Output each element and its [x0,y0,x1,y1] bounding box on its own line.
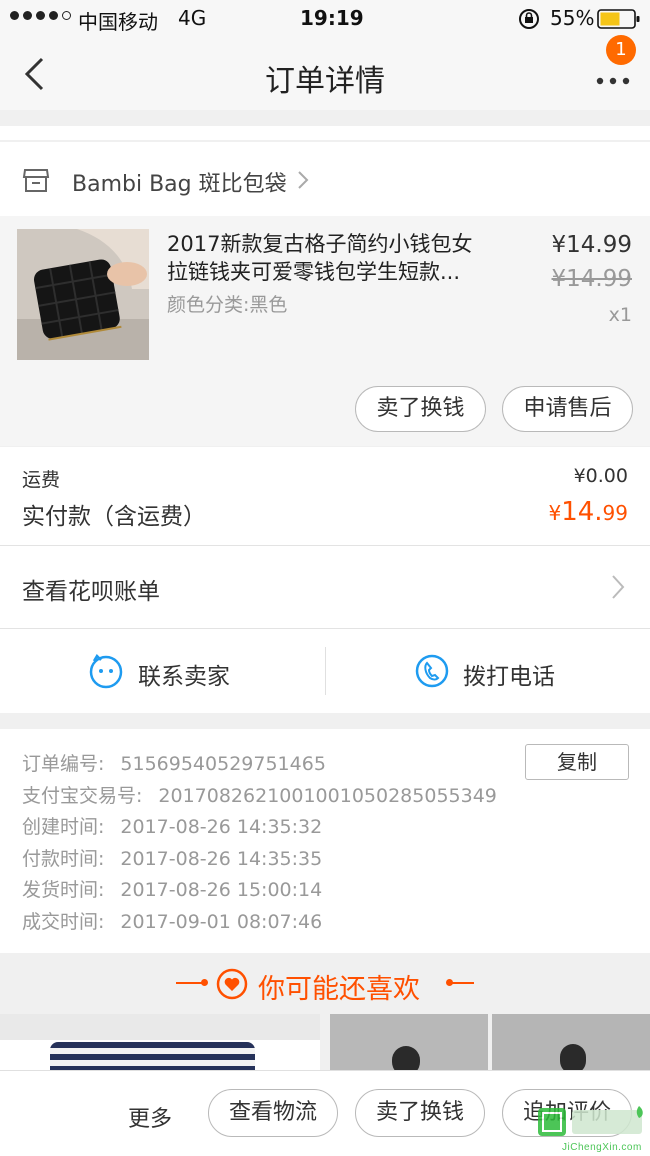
order-info-row: 发货时间: 2017-08-26 15:00:14 [22,875,497,907]
product-sku: 颜色分类:黑色 [167,294,288,316]
order-info-section: 复制 订单编号: 51569540529751465 支付宝交易号: 2017082… [0,729,650,953]
contact-row: 联系卖家 拨打电话 [0,629,650,713]
order-info-list: 订单编号: 51569540529751465 支付宝交易号: 2017082621… [22,749,497,939]
shop-name: Bambi Bag 斑比包袋 [72,172,287,197]
shop-icon [22,166,50,198]
order-info-row: 成交时间: 2017-09-01 08:07:46 [22,907,497,939]
paid-currency: ¥ [548,501,562,525]
chevron-right-icon [296,170,310,194]
recommended-item-image[interactable] [0,1014,320,1070]
status-bar: 中国移动 4G 19:19 55% [0,0,650,38]
apply-after-sale-button[interactable]: 申请售后 [502,386,633,432]
product-price: ¥14.99 [551,232,632,258]
order-number-label: 订单编号: [22,753,105,775]
contact-seller-label: 联系卖家 [138,664,230,690]
chat-icon [88,653,124,693]
recommended-item-image[interactable] [492,1014,650,1070]
created-time-label: 创建时间: [22,816,105,839]
alipay-trade-value: 2017082621001001050285055349 [158,784,497,807]
watermark-text: JiChengXin.com [562,1142,642,1153]
huabei-bill-row[interactable]: 查看花呗账单 [0,546,650,628]
network-label: 4G [178,6,207,30]
product-title-line-1: 2017新款复古格子简约小钱包女 [167,232,473,256]
paid-amount: ¥14.99 [548,497,628,527]
divider [176,982,204,984]
price-summary: 运费 ¥0.00 实付款（含运费） ¥14.99 [0,447,650,545]
product-quantity: x1 [608,304,632,326]
order-info-row: 订单编号: 51569540529751465 [22,749,497,781]
shipping-value: ¥0.00 [573,465,628,487]
phone-icon [414,653,450,693]
divider-dot [201,979,208,986]
shipping-label: 运费 [22,469,61,491]
completed-time-label: 成交时间: [22,910,105,933]
paid-label: 实付款（含运费） [22,504,206,530]
shipped-time-label: 发货时间: [22,879,105,902]
shop-header[interactable]: Bambi Bag 斑比包袋 [0,142,650,216]
more-actions-button[interactable]: 更多 [128,1101,172,1133]
view-logistics-button[interactable]: 查看物流 [208,1089,338,1137]
order-number-value: 51569540529751465 [120,753,326,775]
created-time-value: 2017-08-26 14:35:32 [120,816,323,839]
paid-time-value: 2017-08-26 14:35:35 [120,847,323,870]
signal-strength-icon [10,11,71,20]
paid-main: 14. [561,497,603,527]
battery-icon [597,9,641,33]
sell-for-cash-button[interactable]: 卖了换钱 [355,386,486,432]
recommend-title: 你可能还喜欢 [258,974,420,1005]
copy-order-number-button[interactable]: 复制 [525,744,629,780]
page-title: 订单详情 [265,64,385,99]
notification-badge: 1 [606,35,636,65]
orientation-lock-icon [518,8,540,34]
watermark-logo: JiChengXin.com [536,1104,646,1154]
recommend-header: 你可能还喜欢 [0,954,650,1012]
watermark-logo-graphic [538,1106,643,1136]
spacer-strip [0,126,650,140]
product-card[interactable]: 2017新款复古格子简约小钱包女 拉链钱夹可爱零钱包学生短款... 颜色分类:黑… [0,216,650,446]
order-info-row: 付款时间: 2017-08-26 14:35:35 [22,844,497,876]
navigation-bar: 订单详情 [0,38,650,110]
sell-for-cash-button[interactable]: 卖了换钱 [355,1089,485,1137]
order-info-row: 创建时间: 2017-08-26 14:35:32 [22,812,497,844]
more-icon[interactable] [596,70,630,89]
divider [450,982,474,984]
order-info-row: 支付宝交易号: 2017082621001001050285055349 [22,781,497,813]
paid-time-label: 付款时间: [22,847,105,870]
huabei-label: 查看花呗账单 [22,579,160,605]
shipped-time-value: 2017-08-26 15:00:14 [120,879,323,902]
contact-seller-button[interactable]: 联系卖家 [0,629,325,713]
call-phone-button[interactable]: 拨打电话 [326,629,650,713]
completed-time-value: 2017-09-01 08:07:46 [120,910,323,933]
recommended-item-image[interactable] [330,1014,488,1070]
product-original-price: ¥14.99 [551,266,632,292]
chevron-right-icon [610,574,626,604]
product-thumbnail[interactable] [17,229,149,360]
heart-icon [216,968,248,1004]
alipay-trade-label: 支付宝交易号: [22,784,143,807]
paid-decimal: 99 [602,501,628,525]
product-title-line-2: 拉链钱夹可爱零钱包学生短款... [167,260,461,284]
product-title: 2017新款复古格子简约小钱包女 拉链钱夹可爱零钱包学生短款... [167,230,472,286]
battery-percentage: 55% [550,6,595,30]
call-phone-label: 拨打电话 [463,664,555,690]
carrier-label: 中国移动 [78,10,158,34]
clock: 19:19 [300,6,364,30]
